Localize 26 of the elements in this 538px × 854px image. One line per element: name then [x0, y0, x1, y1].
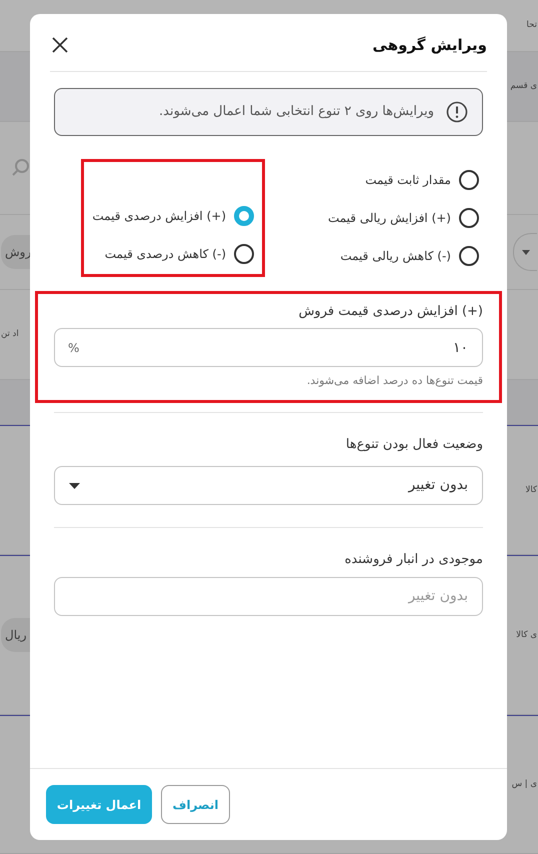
percent-suffix: % — [68, 340, 80, 357]
radio-option[interactable]: (+) افزایش درصدی قیمت — [92, 202, 254, 230]
exclamation-icon — [446, 100, 468, 122]
background-text: اد تن — [1, 328, 19, 341]
background-text: ی قسم — [510, 80, 537, 93]
background-chip: ریال — [1, 618, 31, 652]
field-label: (+) افزایش درصدی قیمت فروش — [298, 302, 483, 320]
caret-icon — [69, 482, 80, 488]
background-text: تحا — [526, 19, 537, 32]
radio-option[interactable]: (+) افزایش ریالی قیمت — [268, 204, 479, 232]
stock-input[interactable]: بدون تغییر — [54, 576, 483, 616]
close-button[interactable] — [50, 35, 70, 56]
dialog-title: ویرایش گروهی — [372, 35, 487, 56]
help-text: قیمت تنوع‌ها ده درصد اضافه می‌شوند. — [306, 373, 483, 389]
field-label: وضعیت فعال بودن تنوع‌ها — [344, 436, 483, 454]
status-select[interactable]: بدون تغییر — [54, 466, 483, 505]
alert-text: ویرایش‌ها روی ۲ تنوع انتخابی شما اعمال می‌شوند. — [159, 102, 434, 121]
radio-option[interactable]: (-) کاهش درصدی قیمت — [92, 240, 254, 268]
background-text: ی | س — [512, 778, 537, 791]
search-icon — [11, 158, 31, 178]
field-label: موجودی در انبار فروشنده — [344, 551, 483, 569]
radio-option[interactable]: مقدار ثابت قیمت — [268, 166, 479, 194]
caret-icon — [522, 250, 530, 254]
background-text: ی کالا — [516, 628, 537, 642]
background-text: کالا — [526, 484, 537, 496]
radio-option[interactable]: (-) کاهش ریالی قیمت — [268, 242, 479, 270]
